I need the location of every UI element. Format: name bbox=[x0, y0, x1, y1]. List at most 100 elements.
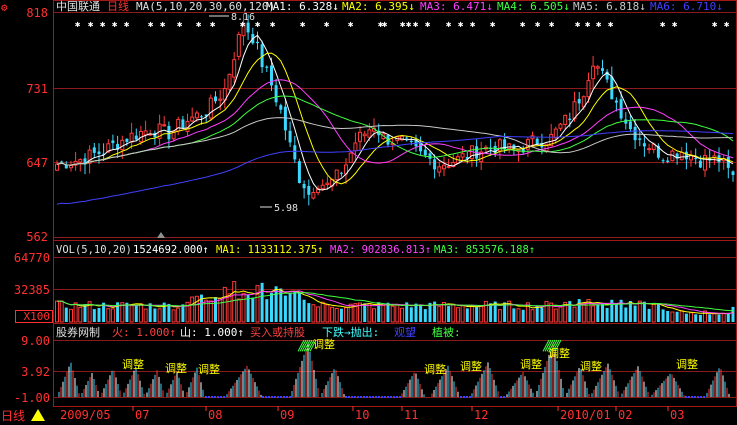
candle-body bbox=[507, 143, 512, 149]
candle-body bbox=[134, 135, 138, 140]
signal-star-icon: ✱ bbox=[660, 20, 666, 30]
price-tick-label: 731 bbox=[26, 82, 48, 96]
volume-bar bbox=[129, 305, 134, 323]
signal-star-icon: ✱ bbox=[672, 20, 678, 30]
signal-star-icon: ✱ bbox=[160, 20, 166, 30]
indicator-watch-dot bbox=[208, 396, 210, 398]
candle-body bbox=[679, 151, 684, 161]
price-tick-label: 562 bbox=[26, 230, 48, 244]
volume-bar bbox=[251, 297, 255, 322]
signal-star-icon: ✱ bbox=[425, 20, 431, 30]
period-label[interactable]: 日线 bbox=[107, 0, 129, 13]
volume-bars[interactable] bbox=[55, 281, 735, 323]
volume-bar bbox=[535, 305, 539, 322]
volume-bar bbox=[153, 308, 157, 322]
volume-bar bbox=[320, 301, 325, 323]
indicator-watch-dot bbox=[274, 396, 276, 398]
candle-body bbox=[120, 139, 125, 151]
volume-bar bbox=[176, 307, 181, 323]
volume-bar bbox=[516, 308, 521, 323]
indicator-watch-dot bbox=[354, 396, 356, 398]
volume-bar bbox=[717, 314, 721, 322]
volume-bar bbox=[679, 310, 684, 323]
indicator-watch-dot bbox=[390, 396, 392, 398]
stock-chart[interactable]: ✱ ✱ ✱ ✱ ✱ ✱ ✱ ✱ ✱ ✱ ✱ ✱ ✱ ✱ ✱ ✱ ✱✱ ✱ ✱ ✱ ✱ ✱ ✱ ✱ ✱ ✱ ✱ ✱ ✱ ✱ ✱ ✱ ✱ ✱ ✱ ✱ 调整… bbox=[0, 0, 737, 425]
indicator-watch-dot bbox=[289, 396, 291, 398]
candle-body bbox=[200, 116, 203, 118]
candle-body bbox=[409, 140, 413, 142]
volume-tick-label: 64770 bbox=[14, 251, 50, 265]
volume-bar bbox=[222, 286, 227, 323]
candle-body bbox=[218, 98, 223, 101]
signal-star-icon: ✱ bbox=[196, 20, 202, 30]
candle-body bbox=[419, 143, 423, 152]
candle-body bbox=[731, 171, 735, 175]
volume-bar bbox=[134, 305, 138, 322]
indicator-watch-dot bbox=[387, 396, 389, 398]
candle-body bbox=[181, 119, 185, 129]
indicator-adjust-label: 调整 bbox=[424, 362, 446, 376]
volume-bar bbox=[390, 305, 395, 323]
time-label: 09 bbox=[280, 408, 294, 422]
ma-line-ma2 bbox=[56, 52, 734, 185]
candle-body bbox=[274, 85, 278, 103]
volume-bar bbox=[591, 305, 596, 323]
indicator-vegetation: 植被: bbox=[432, 325, 461, 339]
volume-tick-label: 32385 bbox=[14, 283, 50, 297]
volume-bar bbox=[409, 307, 413, 322]
price-header: ⚙ 中国联通 日线 MA(5,10,20,30,60,120) MA1: 6.3… bbox=[1, 0, 723, 14]
volume-bar bbox=[208, 300, 213, 323]
volume-bar bbox=[236, 298, 241, 323]
volume-bar bbox=[293, 291, 297, 322]
signal-star-icon: ✱ bbox=[596, 20, 602, 30]
candle-body bbox=[666, 160, 670, 162]
indicator-tick-label: -1.00 bbox=[14, 391, 50, 405]
signal-star-icon: ✱ bbox=[112, 20, 118, 30]
volume-bar bbox=[232, 281, 237, 323]
indicator-adjust-label: 调整 bbox=[580, 359, 602, 373]
volume-bar bbox=[218, 298, 223, 323]
candle-body bbox=[423, 149, 427, 156]
volume-bar bbox=[460, 305, 465, 323]
indicator-watch-dot bbox=[691, 396, 693, 398]
indicator-watch-dot bbox=[205, 396, 207, 398]
volume-bar bbox=[167, 303, 171, 322]
ma4-label: MA4: 6.505↓ bbox=[497, 0, 570, 13]
candle-body bbox=[577, 99, 581, 104]
volume-bar bbox=[270, 293, 273, 322]
low-price-label: 5.98 bbox=[274, 203, 298, 214]
period-tab[interactable]: 日线 bbox=[1, 409, 25, 423]
volume-bar bbox=[479, 305, 484, 323]
indicator-watch-dot bbox=[688, 396, 690, 398]
signal-star-icon: ✱ bbox=[608, 20, 614, 30]
indicator-axis: 9.00 3.92 -1.00 bbox=[14, 334, 50, 405]
volume-bar bbox=[325, 304, 330, 323]
volume-bar bbox=[190, 296, 195, 323]
volume-bar bbox=[92, 309, 96, 322]
volume-bar bbox=[475, 306, 479, 322]
signal-star-icon: ✱ bbox=[348, 20, 354, 30]
volume-bar bbox=[497, 309, 502, 323]
volume-bar bbox=[307, 303, 311, 322]
volume-bar bbox=[110, 308, 115, 323]
volume-params: VOL(5,10,20) bbox=[56, 244, 132, 256]
ma-line-ma6 bbox=[56, 130, 734, 205]
signal-star-icon: ✱ bbox=[210, 20, 216, 30]
candle-body bbox=[78, 159, 83, 163]
indicator-watch-dot bbox=[363, 396, 365, 398]
indicator-adjust-label: 调整 bbox=[198, 362, 220, 376]
time-label: 07 bbox=[135, 408, 149, 422]
volume-bar bbox=[106, 308, 111, 323]
volume-bar bbox=[684, 313, 688, 322]
volume-bar bbox=[670, 311, 675, 323]
volume-bar bbox=[334, 308, 339, 323]
volume-ma1: MA1: 1133112.375↑ bbox=[216, 244, 323, 256]
candle-body bbox=[601, 68, 604, 71]
settings-icon[interactable]: ⚙ bbox=[1, 1, 8, 14]
candle-body bbox=[460, 153, 465, 158]
volume-bar bbox=[372, 308, 376, 323]
volume-bar bbox=[64, 307, 68, 322]
candlesticks[interactable] bbox=[55, 13, 735, 206]
candle-body bbox=[92, 147, 96, 153]
volume-bar bbox=[601, 303, 604, 322]
